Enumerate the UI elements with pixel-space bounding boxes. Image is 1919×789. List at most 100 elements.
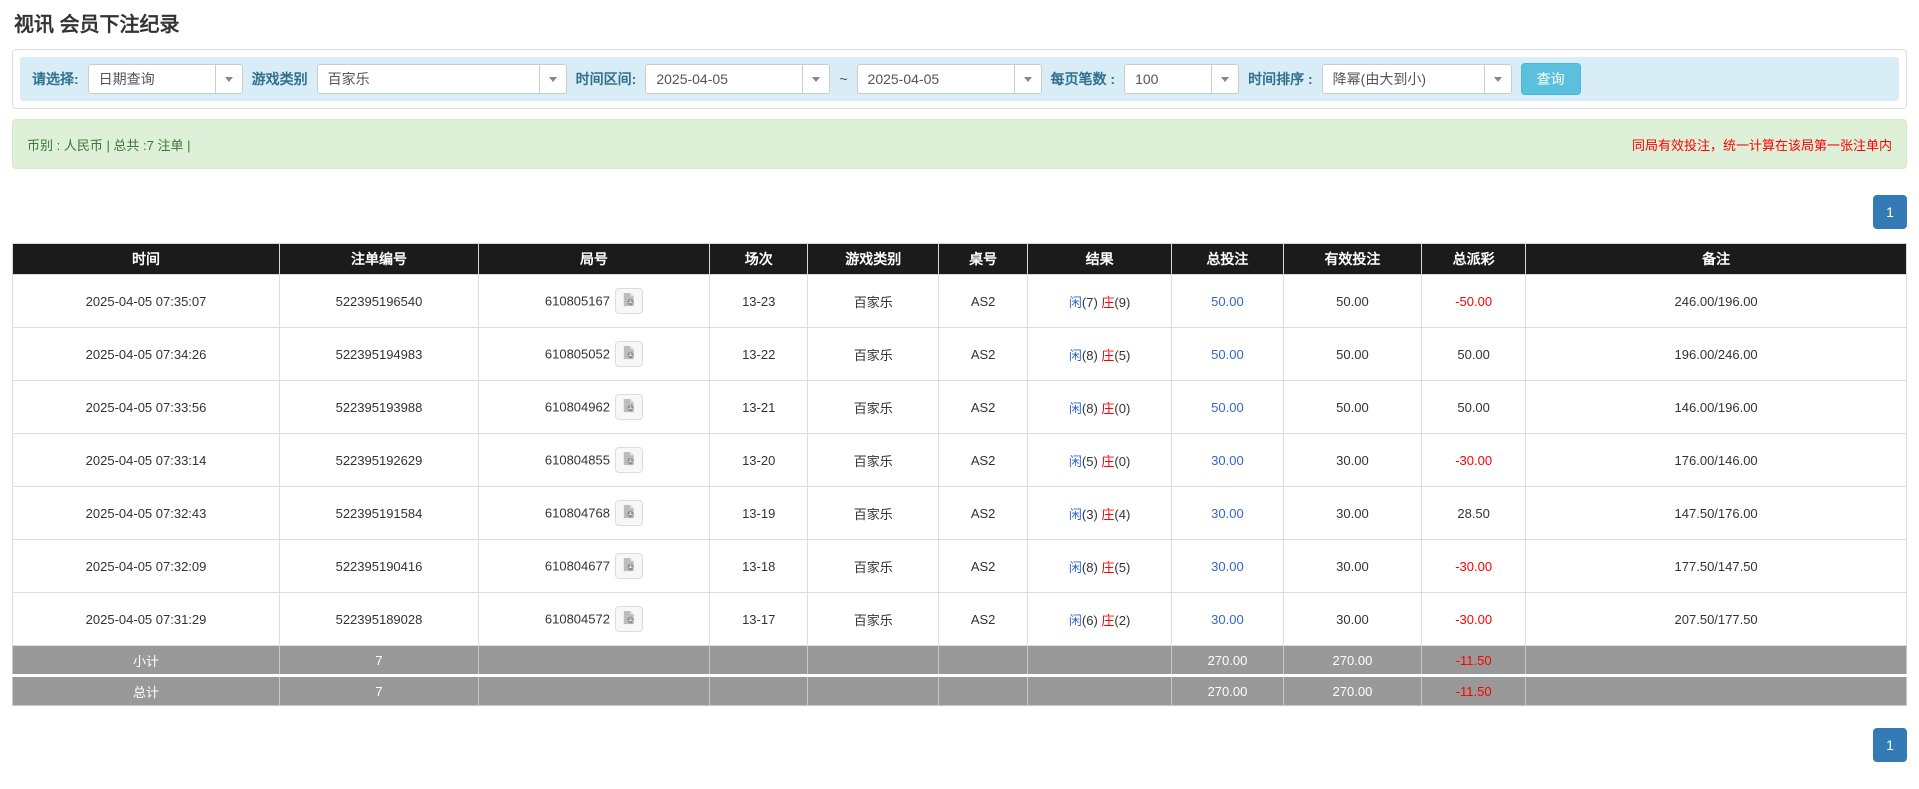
time-sort-label: 时间排序 :: [1248, 71, 1313, 87]
table-row: 2025-04-05 07:34:26 522395194983 610805052…: [11, 327, 1907, 381]
header-remark: 备注: [1525, 243, 1907, 275]
total-bet-link[interactable]: 30.00: [1211, 612, 1244, 627]
video-icon: [621, 610, 636, 628]
cell-bet-id: 522395194983: [279, 327, 479, 381]
cell-valid-bet: 30.00: [1282, 539, 1423, 593]
round-video-button[interactable]: [614, 341, 643, 367]
notice-text: 同局有效投注，统一计算在该局第一张注单内: [1631, 137, 1892, 153]
round-video-button[interactable]: [614, 500, 643, 526]
cell-table-no: AS2: [938, 592, 1029, 646]
cell-remark: 207.50/177.50: [1525, 592, 1907, 646]
page-size-select[interactable]: 100: [1124, 64, 1240, 94]
time-sort-select[interactable]: 降幂(由大到小): [1321, 64, 1512, 94]
cell-remark: 176.00/146.00: [1525, 433, 1907, 487]
header-bet-id: 注单编号: [279, 243, 479, 275]
round-video-button[interactable]: [614, 447, 643, 473]
table-row: 2025-04-05 07:35:07 522395196540 610805167…: [11, 274, 1907, 328]
table-header-row: 时间 注单编号 局号 场次 游戏类别 桌号 结果 总投注 有效投注 总派彩 备注: [11, 243, 1907, 275]
cell-total-bet: 30.00: [1171, 539, 1284, 593]
cell-time: 2025-04-05 07:32:43: [11, 486, 281, 540]
query-type-select[interactable]: 日期查询: [87, 64, 243, 94]
cell-total-bet: 30.00: [1171, 486, 1284, 540]
subtotal-row: 小计 7 270.00 270.00 -11.50: [11, 645, 1907, 676]
total-bet-link[interactable]: 50.00: [1211, 347, 1244, 362]
cell-remark: 246.00/196.00: [1525, 274, 1907, 328]
cell-remark: 177.50/147.50: [1525, 539, 1907, 593]
cell-sum-count: 7: [279, 674, 479, 706]
total-bet-link[interactable]: 50.00: [1211, 400, 1244, 415]
page: 视讯 会员下注纪录 请选择: 日期查询 游戏类别 百家乐 时间区间: 2025-…: [0, 0, 1919, 762]
search-button[interactable]: 查询: [1520, 63, 1581, 95]
cell-time: 2025-04-05 07:33:56: [11, 380, 281, 434]
cell-sum-payout: -11.50: [1421, 674, 1527, 706]
combo-value: 2025-04-05: [867, 71, 940, 87]
chevron-down-icon: [802, 65, 830, 93]
cell-sum-valid-bet: 270.00: [1282, 645, 1423, 676]
round-video-button[interactable]: [614, 606, 643, 632]
bets-table: 时间 注单编号 局号 场次 游戏类别 桌号 结果 总投注 有效投注 总派彩 备注…: [11, 243, 1907, 706]
cell-game: 百家乐: [807, 539, 940, 593]
header-table-no: 桌号: [938, 243, 1029, 275]
currency-summary-text: 币别 : 人民币 | 总共 :7 注单 |: [27, 137, 191, 153]
cell-round: 610804768: [477, 486, 710, 540]
cell-session: 13-22: [708, 327, 809, 381]
video-icon: [621, 451, 636, 469]
combo-value: 2025-04-05: [656, 71, 728, 87]
table-body: 2025-04-05 07:35:07 522395196540 610805167…: [11, 274, 1907, 706]
cell-sum-label: 小计: [11, 645, 281, 676]
cell-sum-total-bet: 270.00: [1171, 645, 1284, 676]
cell-sum-label: 总计: [11, 674, 281, 706]
table-row: 2025-04-05 07:33:14 522395192629 610804855…: [11, 433, 1907, 487]
total-bet-link[interactable]: 50.00: [1211, 294, 1244, 309]
table-row: 2025-04-05 07:32:43 522395191584 610804768…: [11, 486, 1907, 540]
chevron-down-icon: [1013, 65, 1041, 93]
game-category-label: 游戏类别: [251, 71, 308, 87]
cell-time: 2025-04-05 07:31:29: [11, 592, 281, 646]
cell-payout: 50.00: [1421, 380, 1527, 434]
table-row: 2025-04-05 07:31:29 522395189028 610804572…: [11, 592, 1907, 646]
cell-sum-valid-bet: 270.00: [1282, 674, 1423, 706]
header-valid-bet: 有效投注: [1282, 243, 1423, 275]
cell-time: 2025-04-05 07:34:26: [11, 327, 281, 381]
page-size-label: 每页笔数 :: [1050, 71, 1116, 87]
header-game: 游戏类别: [807, 243, 940, 275]
total-bet-link[interactable]: 30.00: [1211, 453, 1244, 468]
page-button[interactable]: 1: [1873, 728, 1907, 762]
page-title: 视讯 会员下注纪录: [14, 14, 180, 36]
header-time: 时间: [11, 243, 281, 275]
cell-total-bet: 50.00: [1171, 327, 1284, 381]
date-from-select[interactable]: 2025-04-05: [645, 64, 831, 94]
cell-result: 闲(8) 庄(5): [1027, 327, 1173, 381]
cell-payout: -50.00: [1421, 274, 1527, 328]
cell-round: 610804677: [477, 539, 710, 593]
cell-sum-count: 7: [279, 645, 479, 676]
cell-bet-id: 522395196540: [279, 274, 479, 328]
round-video-button[interactable]: [614, 394, 643, 420]
cell-game: 百家乐: [807, 433, 940, 487]
combo-value: 降幂(由大到小): [1332, 71, 1426, 87]
total-bet-link[interactable]: 30.00: [1211, 559, 1244, 574]
cell-total-bet: 50.00: [1171, 274, 1284, 328]
video-icon: [621, 504, 636, 522]
cell-sum-payout: -11.50: [1421, 645, 1527, 676]
cell-valid-bet: 30.00: [1282, 486, 1423, 540]
cell-result: 闲(7) 庄(9): [1027, 274, 1173, 328]
pager-bottom: 1: [12, 728, 1907, 762]
page-button[interactable]: 1: [1873, 195, 1907, 229]
cell-table-no: AS2: [938, 433, 1029, 487]
round-video-button[interactable]: [614, 288, 643, 314]
combo-value: 日期查询: [98, 71, 155, 87]
game-category-select[interactable]: 百家乐: [316, 64, 567, 94]
header-total-bet: 总投注: [1171, 243, 1284, 275]
cell-remark: 146.00/196.00: [1525, 380, 1907, 434]
cell-round: 610805052: [477, 327, 710, 381]
cell-remark: 147.50/176.00: [1525, 486, 1907, 540]
round-video-button[interactable]: [614, 553, 643, 579]
cell-game: 百家乐: [807, 592, 940, 646]
cell-total-bet: 50.00: [1171, 380, 1284, 434]
cell-result: 闲(8) 庄(5): [1027, 539, 1173, 593]
total-bet-link[interactable]: 30.00: [1211, 506, 1244, 521]
cell-table-no: AS2: [938, 327, 1029, 381]
grandtotal-row: 总计 7 270.00 270.00 -11.50: [11, 674, 1907, 706]
date-to-select[interactable]: 2025-04-05: [856, 64, 1042, 94]
